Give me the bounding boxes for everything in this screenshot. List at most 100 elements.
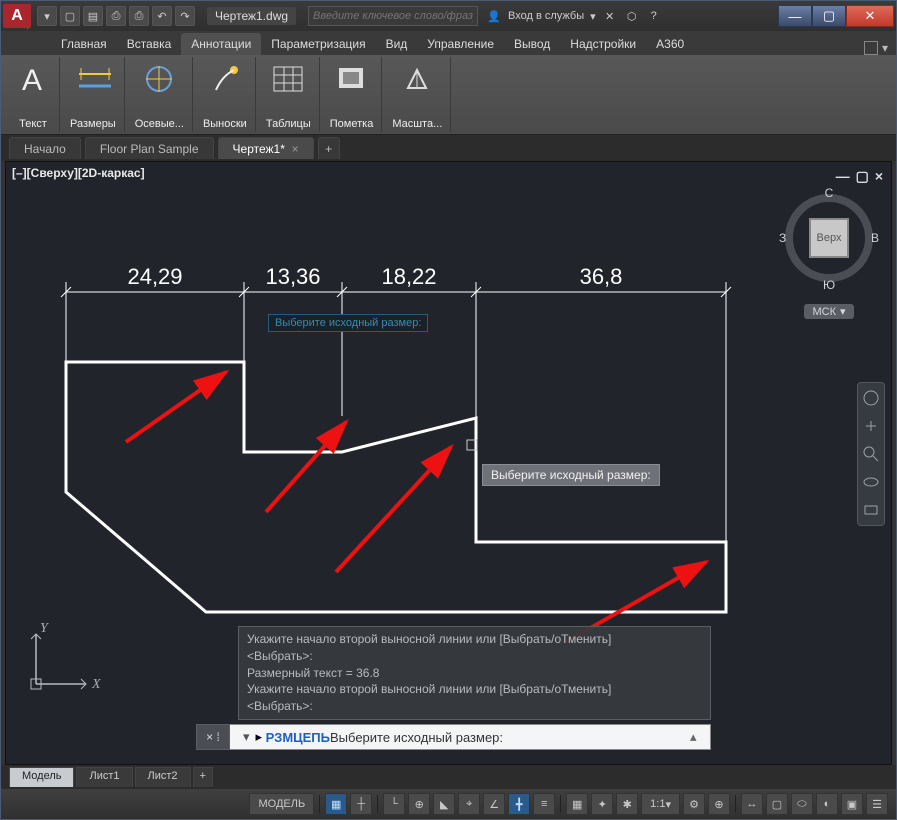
panel-dimensions[interactable]: Размеры: [62, 57, 125, 132]
signin-icon[interactable]: 👤: [486, 8, 502, 24]
exchange-icon[interactable]: ✕: [602, 8, 618, 24]
dim-value-4: 36,8: [580, 264, 623, 289]
dynamic-input-tooltip: Выберите исходный размер:: [268, 314, 428, 332]
dyn-input-toggle[interactable]: ╋: [508, 793, 530, 815]
ucs-icon[interactable]: X Y: [26, 614, 106, 694]
qat-saveas-icon[interactable]: ⎙: [106, 6, 126, 26]
new-tab-button[interactable]: +: [318, 137, 340, 159]
drawing-polyline: [66, 362, 726, 612]
ortho-toggle[interactable]: └: [383, 793, 405, 815]
annotation-scale[interactable]: 1:1 ▾: [641, 793, 680, 815]
ribbon-tab-annotate[interactable]: Аннотации: [181, 33, 261, 55]
close-button[interactable]: ✕: [846, 5, 894, 27]
quick-properties[interactable]: ▢: [766, 793, 788, 815]
qat-redo-icon[interactable]: ↷: [175, 6, 195, 26]
annotation-arrow: [266, 422, 346, 512]
osnap-toggle[interactable]: ⌖: [458, 793, 480, 815]
clean-screen[interactable]: ▣: [841, 793, 863, 815]
maximize-button[interactable]: ▢: [812, 5, 846, 27]
centerline-icon: [141, 61, 177, 97]
command-history[interactable]: Укажите начало второй выносной линии или…: [238, 626, 711, 720]
transparency-toggle[interactable]: ▦: [566, 793, 588, 815]
dim-value-3: 18,22: [381, 264, 436, 289]
close-tab-icon[interactable]: ×: [292, 142, 299, 156]
command-line[interactable]: ▾ ▸ РЗМЦЕПЬ Выберите исходный размер: ▴: [196, 724, 711, 750]
file-tab-start[interactable]: Начало: [9, 137, 81, 159]
qat-print-icon[interactable]: ⎙: [129, 6, 149, 26]
minimize-button[interactable]: —: [778, 5, 812, 27]
panel-centerlines[interactable]: Осевые...: [127, 57, 193, 132]
ribbon-tab-home[interactable]: Главная: [51, 33, 117, 55]
selection-cycling[interactable]: ✦: [591, 793, 613, 815]
ribbon-tab-insert[interactable]: Вставка: [117, 33, 182, 55]
panel-centerlines-label: Осевые...: [135, 118, 184, 130]
qat-open-icon[interactable]: ▢: [60, 6, 80, 26]
help-icon[interactable]: ?: [646, 8, 662, 24]
panel-tables-label: Таблицы: [266, 118, 311, 130]
ribbon-tab-a360[interactable]: A360: [646, 33, 694, 55]
ribbon-more-icon[interactable]: ▾: [882, 41, 888, 55]
panel-text[interactable]: A Текст: [7, 57, 60, 132]
svg-text:Y: Y: [40, 621, 50, 636]
drawing-viewport[interactable]: [–][Сверху][2D-каркас] — ▢ × С Ю З В Вер…: [5, 161, 892, 765]
isolate-objects[interactable]: ◐: [816, 793, 838, 815]
app-menu-icon[interactable]: ⬡: [624, 8, 640, 24]
model-space-button[interactable]: МОДЕЛЬ: [249, 793, 314, 815]
svg-text:A: A: [22, 64, 42, 96]
leader-icon: [207, 61, 243, 97]
qat-save-icon[interactable]: ▤: [83, 6, 103, 26]
panel-dimensions-label: Размеры: [70, 118, 116, 130]
annotation-scale-icon[interactable]: ✱: [616, 793, 638, 815]
document-title: Чертеж1.dwg: [207, 7, 296, 25]
file-tab-drawing1[interactable]: Чертеж1* ×: [218, 137, 314, 159]
command-prompt: Выберите исходный размер:: [330, 730, 503, 745]
signin-caret-icon[interactable]: ▾: [590, 10, 596, 23]
hardware-accel[interactable]: ⬭: [791, 793, 813, 815]
panel-leaders[interactable]: Выноски: [195, 57, 256, 132]
workspace-switch[interactable]: ⚙: [683, 793, 705, 815]
panel-scale[interactable]: Масшта...: [384, 57, 451, 132]
scale-icon: [399, 61, 435, 97]
command-history-up-icon[interactable]: ▴: [690, 729, 706, 745]
customize-status[interactable]: ☰: [866, 793, 888, 815]
annotation-monitor[interactable]: ⊕: [708, 793, 730, 815]
panel-markup[interactable]: Пометка: [322, 57, 383, 132]
ribbon-tab-view[interactable]: Вид: [376, 33, 418, 55]
layout-tab-sheet2[interactable]: Лист2: [135, 767, 191, 787]
ribbon-tab-output[interactable]: Вывод: [504, 33, 560, 55]
lineweight-toggle[interactable]: ≡: [533, 793, 555, 815]
otrack-toggle[interactable]: ∠: [483, 793, 505, 815]
ribbon-tab-manage[interactable]: Управление: [417, 33, 504, 55]
qat-new-icon[interactable]: ▾: [37, 6, 57, 26]
dim-value-1: 24,29: [127, 264, 182, 289]
command-caret-icon: ▾: [243, 729, 250, 745]
units-button[interactable]: ↔: [741, 793, 763, 815]
panel-text-label: Текст: [19, 118, 47, 130]
layout-tab-sheet1[interactable]: Лист1: [76, 767, 132, 787]
layout-tab-model[interactable]: Модель: [9, 767, 74, 787]
svg-text:X: X: [91, 677, 101, 692]
ribbon-tab-addins[interactable]: Надстройки: [560, 33, 646, 55]
polar-toggle[interactable]: ⊕: [408, 793, 430, 815]
layout-tab-add[interactable]: +: [193, 767, 213, 787]
annotation-arrow: [336, 447, 451, 572]
annotation-arrow: [126, 372, 226, 442]
command-line-close[interactable]: × ⁞: [196, 724, 230, 750]
grid-toggle[interactable]: ▦: [325, 793, 347, 815]
ribbon-tab-parametric[interactable]: Параметризация: [261, 33, 375, 55]
ribbon-expand-icon[interactable]: [864, 41, 878, 55]
snap-toggle[interactable]: ┼: [350, 793, 372, 815]
panel-tables[interactable]: Таблицы: [258, 57, 320, 132]
app-logo[interactable]: A: [3, 4, 31, 28]
panel-scale-label: Масшта...: [392, 118, 442, 130]
isoplane-toggle[interactable]: ◣: [433, 793, 455, 815]
file-tab-floorplan[interactable]: Floor Plan Sample: [85, 137, 214, 159]
signin-label[interactable]: Вход в службы: [508, 10, 584, 22]
panel-markup-label: Пометка: [330, 118, 374, 130]
qat-undo-icon[interactable]: ↶: [152, 6, 172, 26]
search-input[interactable]: [308, 6, 478, 26]
status-bar: МОДЕЛЬ ▦ ┼ └ ⊕ ◣ ⌖ ∠ ╋ ≡ ▦ ✦ ✱ 1:1 ▾ ⚙ ⊕…: [1, 789, 896, 819]
markup-icon: [334, 61, 370, 97]
dimension-icon: [75, 61, 111, 97]
command-name: РЗМЦЕПЬ: [266, 730, 330, 745]
